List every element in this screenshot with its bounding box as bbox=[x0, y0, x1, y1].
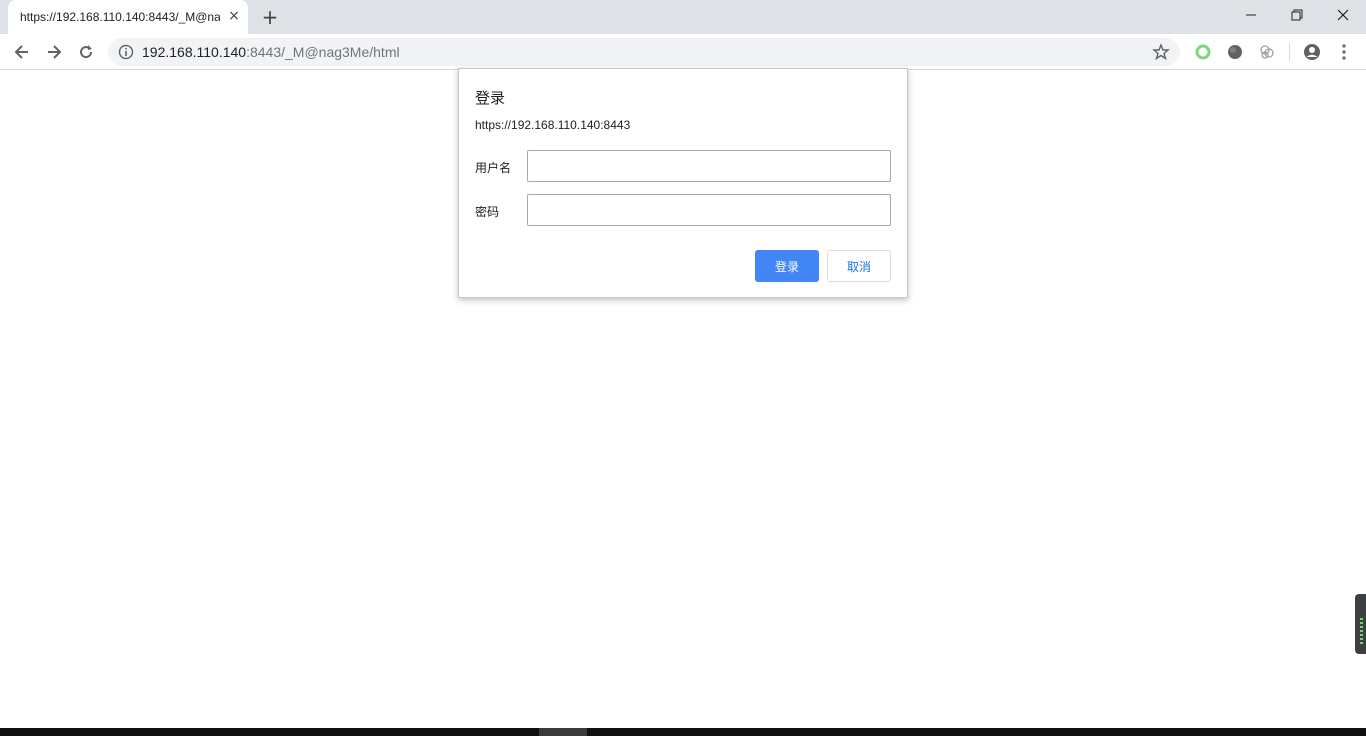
info-icon[interactable] bbox=[118, 44, 134, 60]
auth-dialog: 登录 https://192.168.110.140:8443 用户名 密码 登… bbox=[458, 68, 908, 298]
reload-button[interactable] bbox=[74, 40, 98, 64]
os-taskbar bbox=[0, 728, 1366, 736]
minimize-button[interactable] bbox=[1228, 0, 1274, 30]
forward-arrow-icon bbox=[45, 43, 63, 61]
extension-green-ring-icon[interactable] bbox=[1194, 43, 1212, 61]
toolbar-separator bbox=[1289, 43, 1290, 61]
extension-rings-icon[interactable] bbox=[1258, 43, 1276, 61]
taskbar-active-item[interactable] bbox=[539, 728, 587, 736]
browser-toolbar: 192.168.110.140:8443/_M@nag3Me/html bbox=[0, 34, 1366, 70]
meter-bars bbox=[1360, 618, 1363, 644]
menu-kebab-icon[interactable] bbox=[1335, 43, 1353, 61]
url-host: 192.168.110.140 bbox=[142, 44, 246, 60]
close-icon bbox=[1337, 9, 1349, 21]
tab-strip: https://192.168.110.140:8443/_M@nag3Me/h… bbox=[0, 0, 1366, 34]
address-bar[interactable]: 192.168.110.140:8443/_M@nag3Me/html bbox=[108, 38, 1180, 66]
username-input[interactable] bbox=[527, 150, 891, 182]
tab-title: https://192.168.110.140:8443/_M@nag3Me/h… bbox=[20, 10, 220, 24]
restore-button[interactable] bbox=[1274, 0, 1320, 30]
cancel-button[interactable]: 取消 bbox=[827, 250, 891, 282]
username-label: 用户名 bbox=[475, 159, 511, 176]
reload-icon bbox=[77, 43, 95, 61]
profile-avatar-icon[interactable] bbox=[1303, 43, 1321, 61]
close-window-button[interactable] bbox=[1320, 0, 1366, 30]
minimize-icon bbox=[1245, 9, 1257, 21]
extension-dark-circle-icon[interactable] bbox=[1226, 43, 1244, 61]
url-text[interactable]: 192.168.110.140:8443/_M@nag3Me/html bbox=[142, 44, 400, 60]
password-input[interactable] bbox=[527, 194, 891, 226]
bookmark-star-icon[interactable] bbox=[1152, 43, 1170, 61]
password-label: 密码 bbox=[475, 203, 499, 220]
url-path: :8443/_M@nag3Me/html bbox=[246, 44, 400, 60]
restore-icon bbox=[1291, 9, 1303, 21]
tab-close-icon[interactable]: × bbox=[226, 8, 242, 24]
back-button[interactable] bbox=[10, 40, 34, 64]
new-tab-button[interactable]: + bbox=[258, 6, 282, 28]
back-arrow-icon bbox=[13, 43, 31, 61]
dialog-title: 登录 bbox=[475, 87, 505, 108]
tab-active[interactable]: https://192.168.110.140:8443/_M@nag3Me/h… bbox=[8, 0, 248, 34]
dialog-origin: https://192.168.110.140:8443 bbox=[475, 118, 630, 132]
forward-button[interactable] bbox=[42, 40, 66, 64]
side-meter-widget[interactable] bbox=[1355, 594, 1366, 654]
login-button[interactable]: 登录 bbox=[755, 250, 819, 282]
